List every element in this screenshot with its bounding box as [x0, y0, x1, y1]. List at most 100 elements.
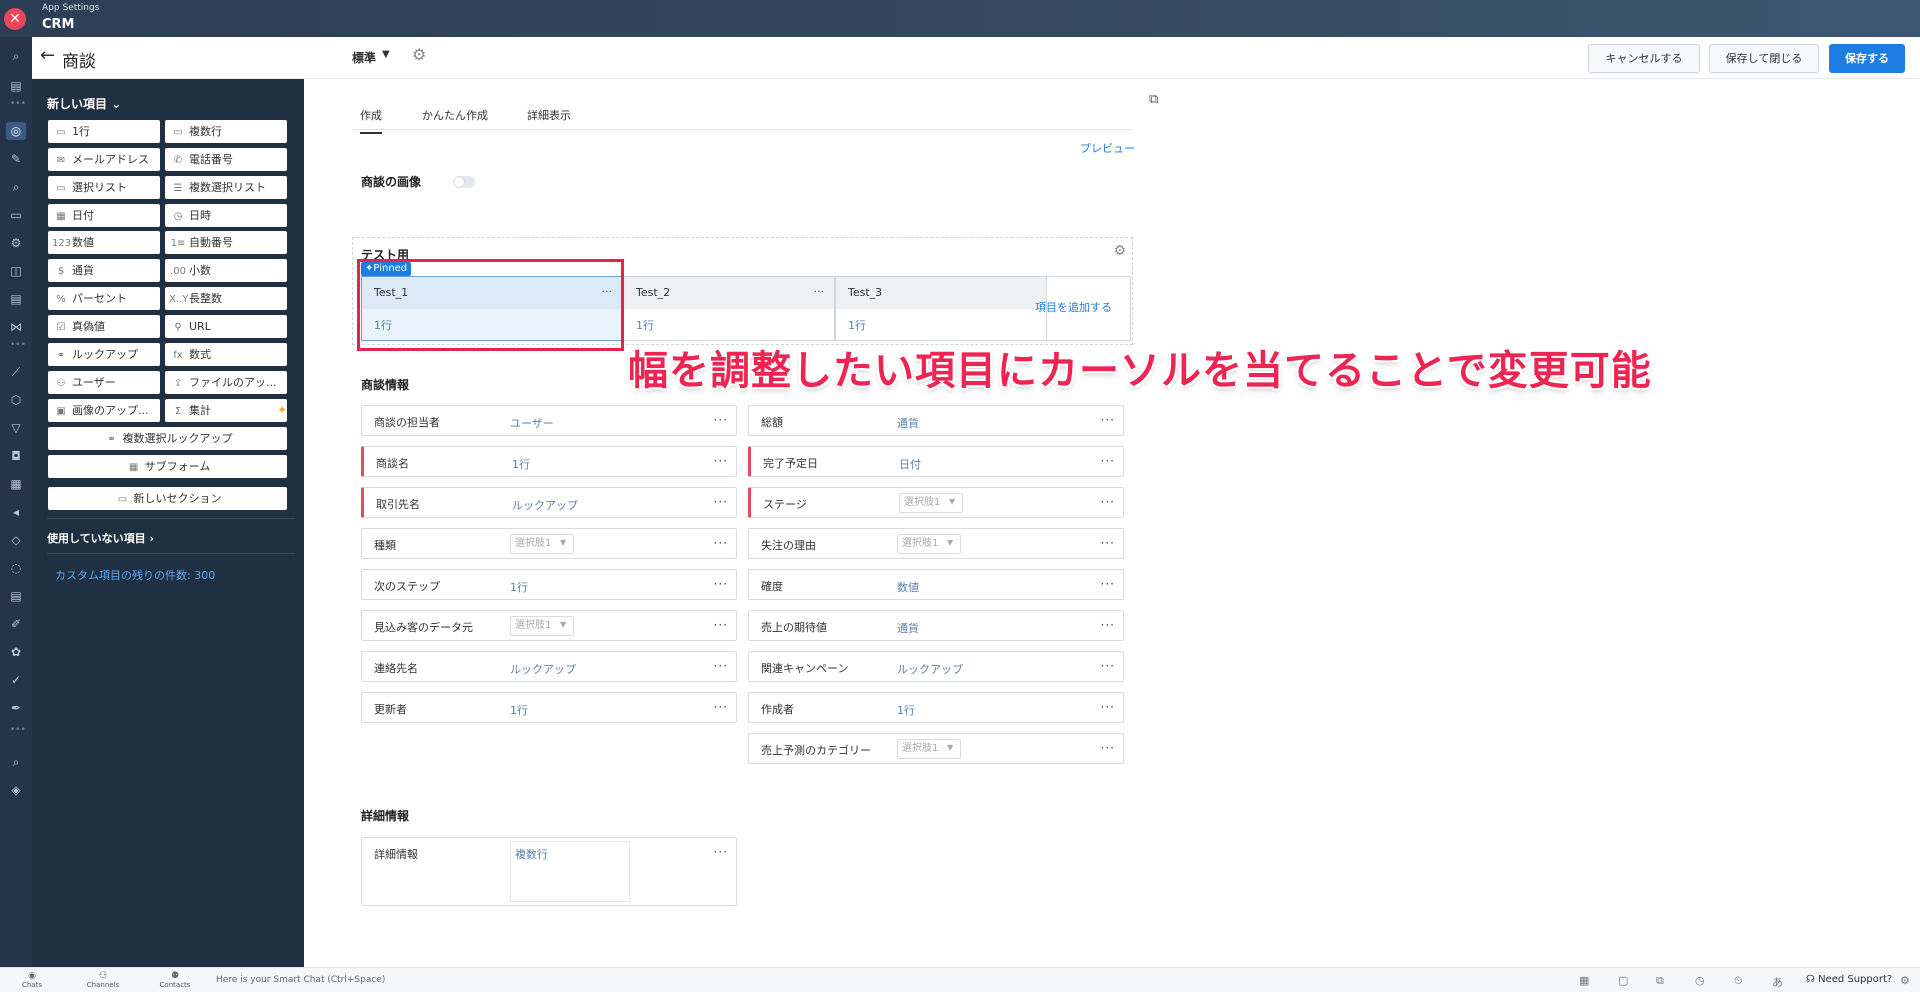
settings-icon[interactable]: ⚙ [6, 234, 26, 252]
more-icon[interactable]: ··· [714, 700, 728, 714]
palette-item-datetime[interactable]: ◷ 日時 [165, 204, 287, 227]
palette-item-url[interactable]: ⚲ URL [165, 315, 287, 338]
stack-icon[interactable]: ⧉ [1656, 974, 1664, 988]
settings-gear-icon[interactable]: ⚙ [1900, 974, 1910, 987]
more-icon[interactable]: ··· [1101, 741, 1115, 755]
chat-icon[interactable]: ▭ [6, 206, 26, 224]
back-arrow-icon[interactable]: ← [40, 45, 55, 66]
box-icon[interactable]: ⬡ [6, 391, 26, 409]
field-row[interactable]: 失注の理由 選択肢1 ▼ ··· [748, 528, 1124, 559]
more-icon[interactable]: ··· [714, 413, 728, 427]
channels-nav[interactable]: ⚇ Channels [85, 971, 121, 989]
chats-nav[interactable]: ◉ Chats [14, 971, 50, 989]
layout-selector[interactable]: 標準 [352, 49, 376, 66]
alarm-icon[interactable]: ⏲ [1734, 974, 1743, 988]
modules-icon[interactable]: ◎ [6, 122, 26, 140]
palette-item-percent[interactable]: % パーセント [48, 287, 160, 310]
more-icon[interactable]: ··· [714, 618, 728, 632]
check-icon[interactable]: ✓ [6, 671, 26, 689]
field-row[interactable]: 商談の担当者 ユーザー ··· [361, 405, 737, 436]
palette-item-file-upload[interactable]: ⇪ ファイルのアッ... [165, 371, 287, 394]
contacts-nav[interactable]: ⚉ Contacts [157, 971, 193, 989]
tab-quick-create[interactable]: かんたん作成 [422, 107, 488, 123]
more-icon[interactable]: ··· [714, 495, 728, 509]
save-button[interactable]: 保存する [1829, 44, 1905, 73]
field-row[interactable]: 種類 選択肢1 ▼ ··· [361, 528, 737, 559]
palette-item-user[interactable]: ⚇ ユーザー [48, 371, 160, 394]
palette-item-picklist[interactable]: ▭ 選択リスト [48, 176, 160, 199]
palette-item-long-integer[interactable]: X..Y長整数 [165, 287, 287, 310]
announcement-icon[interactable]: ▢ [1618, 974, 1628, 987]
field-row[interactable]: 次のステップ 1行 ··· [361, 569, 737, 600]
section-gear-icon[interactable]: ⚙ [1113, 243, 1126, 259]
more-icon[interactable]: ··· [1101, 495, 1115, 509]
more-icon[interactable]: ··· [714, 845, 728, 859]
palette-item-rollup[interactable]: Σ 集計 ✦ [165, 399, 287, 422]
palette-item-subform[interactable]: ▦ サブフォーム [48, 455, 287, 478]
column-test-3[interactable]: Test_3 1行 [835, 276, 1047, 341]
field-row[interactable]: 更新者 1行 ··· [361, 692, 737, 723]
column-test-2[interactable]: Test_2 ··· 1行 [623, 276, 835, 341]
more-icon[interactable]: ··· [1101, 536, 1115, 550]
palette-item-formula[interactable]: fx 数式 [165, 343, 287, 366]
add-item-link[interactable]: 項目を追加する [1035, 299, 1112, 315]
palette-item-currency[interactable]: $ 通貨 [48, 259, 160, 282]
palette-item-lookup[interactable]: ⚭ ルックアップ [48, 343, 160, 366]
field-row[interactable]: 商談名 1行 ··· [361, 446, 737, 477]
gear-icon[interactable]: ⚙ [412, 45, 426, 64]
cancel-button[interactable]: キャンセルする [1588, 44, 1700, 73]
pen-icon[interactable]: ✒ [6, 699, 26, 717]
copy-layout-icon[interactable]: ⧉ [1149, 92, 1158, 107]
preview-link[interactable]: プレビュー [1080, 140, 1135, 156]
deal-image-toggle[interactable] [453, 176, 475, 188]
smart-chat-input[interactable]: Here is your Smart Chat (Ctrl+Space) [216, 975, 385, 985]
edit-icon[interactable]: ✎ [6, 150, 26, 168]
more-icon[interactable]: ··· [714, 536, 728, 550]
palette-item-multi-picklist[interactable]: ☰ 複数選択リスト [165, 176, 287, 199]
zoom-icon[interactable]: ⌕ [6, 753, 26, 771]
more-icon[interactable]: ··· [814, 277, 825, 307]
field-row[interactable]: 作成者 1行 ··· [748, 692, 1124, 723]
field-row[interactable]: 売上の期待値 通貨 ··· [748, 610, 1124, 641]
field-row[interactable]: 確度 数値 ··· [748, 569, 1124, 600]
palette-item-new-section[interactable]: ▭ 新しいセクション [48, 487, 287, 510]
palette-item-email[interactable]: ✉ メールアドレス [48, 148, 160, 171]
palette-item-single-line[interactable]: ▭ 1行 [48, 120, 160, 143]
field-row[interactable]: 取引先名 ルックアップ ··· [361, 487, 737, 518]
palette-item-multi-line[interactable]: ▭ 複数行 [165, 120, 287, 143]
save-and-close-button[interactable]: 保存して閉じる [1709, 44, 1819, 73]
brush-icon[interactable]: ✐ [6, 615, 26, 633]
more-icon[interactable]: ··· [1101, 577, 1115, 591]
history-icon[interactable]: ◷ [1695, 974, 1705, 987]
analytics-icon[interactable]: ⟋ [6, 363, 26, 381]
more-icon[interactable]: ··· [714, 454, 728, 468]
need-support-link[interactable]: ☊ Need Support? [1806, 974, 1892, 985]
close-app-icon[interactable]: ✕ [4, 8, 26, 30]
field-detail-info[interactable]: 詳細情報 複数行 ··· [361, 837, 737, 906]
palette-item-multi-lookup[interactable]: ⚭ 複数選択ルックアップ [48, 427, 287, 450]
palette-item-boolean[interactable]: ☑ 真偽値 [48, 315, 160, 338]
more-icon[interactable]: ··· [1101, 659, 1115, 673]
palette-item-decimal[interactable]: .00 小数 [165, 259, 287, 282]
tag-icon[interactable]: ◇ [6, 531, 26, 549]
palette-item-image-upload[interactable]: ▣ 画像のアップ... [48, 399, 160, 422]
megaphone-icon[interactable]: ◂ [6, 503, 26, 521]
table-icon[interactable]: ▦ [1579, 974, 1589, 987]
filter-icon[interactable]: ▽ [6, 419, 26, 437]
document-icon[interactable]: ▤ [6, 290, 26, 308]
group-icon[interactable]: ✿ [6, 643, 26, 661]
more-icon[interactable]: ··· [1101, 700, 1115, 714]
field-row[interactable]: 売上予測のカテゴリー 選択肢1 ▼ ··· [748, 733, 1124, 764]
marketplace-icon[interactable]: ◈ [6, 781, 26, 799]
palette-item-phone[interactable]: ✆ 電話番号 [165, 148, 287, 171]
search-record-icon[interactable]: ⌕ [6, 178, 26, 196]
more-icon[interactable]: ··· [714, 577, 728, 591]
palette-item-auto-number[interactable]: 1≡ 自動番号 [165, 231, 287, 254]
field-row[interactable]: ステージ 選択肢1 ▼ ··· [748, 487, 1124, 518]
new-items-toggle[interactable]: 新しい項目 ⌄ [47, 95, 121, 112]
field-row[interactable]: 連絡先名 ルックアップ ··· [361, 651, 737, 682]
notes-icon[interactable]: ▤ [6, 77, 26, 95]
more-icon[interactable]: ··· [714, 659, 728, 673]
field-row[interactable]: 完了予定日 日付 ··· [748, 446, 1124, 477]
palette-item-number[interactable]: 123数値 [48, 231, 160, 254]
